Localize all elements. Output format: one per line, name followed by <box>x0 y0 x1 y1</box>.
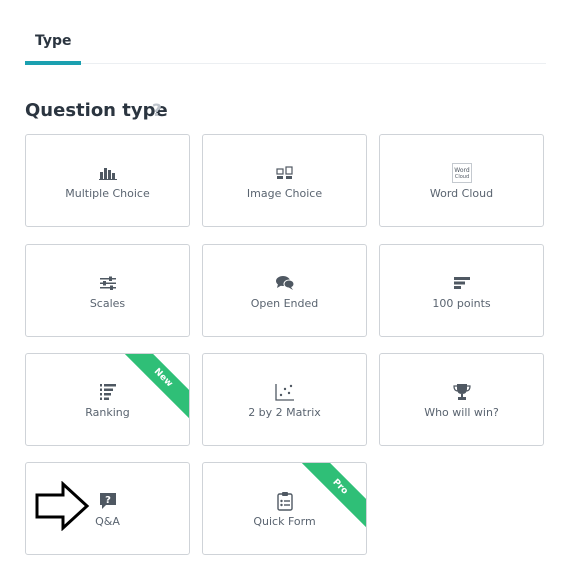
tab-type[interactable]: Type <box>25 25 81 65</box>
help-icon[interactable]: ? <box>152 101 162 121</box>
bar-chart-icon <box>26 163 189 183</box>
card-label: Open Ended <box>250 297 319 310</box>
scatter-matrix-icon <box>203 382 366 402</box>
image-choice-icon <box>203 163 366 183</box>
card-label: Scales <box>89 297 126 310</box>
card-multiple-choice[interactable]: Multiple Choice <box>25 134 190 227</box>
card-label: 2 by 2 Matrix <box>248 406 321 419</box>
card-label: Who will win? <box>424 406 499 419</box>
card-image-choice[interactable]: Image Choice <box>202 134 367 227</box>
card-quick-form[interactable]: Quick Form Pro <box>202 462 367 555</box>
card-label: Image Choice <box>246 187 323 200</box>
card-label: Ranking <box>85 406 130 419</box>
svg-text:?: ? <box>105 495 111 506</box>
word-cloud-icon: Word Cloud <box>380 163 543 183</box>
card-open-ended[interactable]: Open Ended <box>202 244 367 337</box>
card-label: Multiple Choice <box>65 187 150 200</box>
svg-text:Word: Word <box>454 167 470 174</box>
card-2-by-2-matrix[interactable]: 2 by 2 Matrix <box>202 353 367 446</box>
right-arrow-icon <box>35 481 90 531</box>
trophy-icon <box>380 382 543 402</box>
card-who-will-win[interactable]: Who will win? <box>379 353 544 446</box>
tab-type-label: Type <box>35 33 72 49</box>
card-word-cloud[interactable]: Word Cloud Word Cloud <box>379 134 544 227</box>
card-100-points[interactable]: 100 points <box>379 244 544 337</box>
speech-bubbles-icon <box>203 273 366 293</box>
card-scales[interactable]: Scales <box>25 244 190 337</box>
card-label: Word Cloud <box>429 187 494 200</box>
section-title: Question type <box>25 100 168 121</box>
card-label: 100 points <box>432 297 491 310</box>
horizontal-bars-icon <box>380 273 543 293</box>
card-ranking[interactable]: Ranking New <box>25 353 190 446</box>
sliders-icon <box>26 273 189 293</box>
card-label: Quick Form <box>253 515 316 528</box>
svg-text:Cloud: Cloud <box>454 174 468 180</box>
tab-bar: Type <box>25 25 546 65</box>
